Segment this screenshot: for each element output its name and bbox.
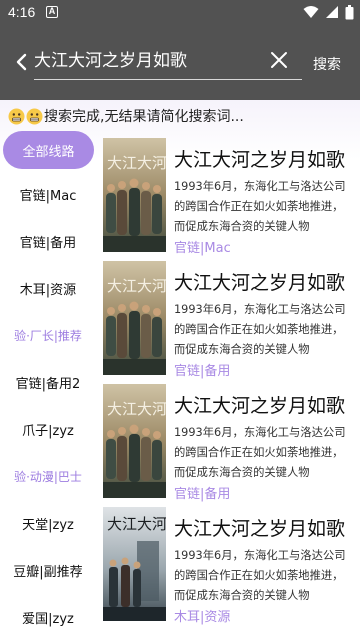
- svg-text:大江大河: 大江大河: [107, 154, 166, 172]
- sidebar-item[interactable]: 验·厂长|推荐: [0, 315, 96, 355]
- battery-icon: [345, 4, 354, 19]
- sidebar-item[interactable]: 验·动漫|巴士: [0, 456, 96, 496]
- poster-image: 大江大河: [103, 261, 166, 375]
- poster-image: 大江大河: [103, 384, 166, 498]
- result-title: 大江大河之岁月如歌: [174, 518, 346, 540]
- poster-image: 大江大河: [103, 138, 166, 252]
- search-status-message: 搜索完成,无结果请简化搜索词...: [8, 106, 244, 126]
- search-button[interactable]: 搜索: [313, 54, 341, 74]
- sidebar-item[interactable]: 爪子|zyz: [0, 409, 96, 449]
- search-field: [34, 40, 302, 80]
- grimace-emoji-icon: [8, 108, 25, 124]
- result-list: 大江大河 大江大河之岁月如歌 1993年6月，东海化工与洛达公司的跨国合作正在如…: [100, 130, 360, 640]
- search-toolbar: 搜索: [0, 24, 360, 100]
- sidebar-item[interactable]: 官链|Mac: [0, 174, 96, 214]
- svg-text:大江大河: 大江大河: [107, 515, 166, 533]
- sidebar-item[interactable]: 官链|备用: [0, 221, 96, 261]
- system-icons: [303, 4, 354, 20]
- result-card[interactable]: 大江大河 大江大河之岁月如歌 1993年6月，东海化工与洛达公司的跨国合作正在如…: [100, 380, 360, 502]
- sidebar-item[interactable]: 天堂|zyz: [0, 503, 96, 543]
- result-description: 1993年6月，东海化工与洛达公司的跨国合作正在如火如荼地推进，而促成东海合资的…: [174, 180, 346, 233]
- sidebar-item[interactable]: 豆瓣|副推荐: [0, 550, 96, 590]
- grimace-emoji-icon: [26, 108, 43, 124]
- clear-icon[interactable]: [270, 51, 288, 69]
- result-title: 大江大河之岁月如歌: [174, 149, 346, 171]
- notification-icon: A: [46, 6, 58, 18]
- result-description: 1993年6月，东海化工与洛达公司的跨国合作正在如火如荼地推进，而促成东海合资的…: [174, 549, 346, 602]
- result-title: 大江大河之岁月如歌: [174, 395, 346, 417]
- status-message-text: 搜索完成,无结果请简化搜索词...: [44, 109, 244, 125]
- svg-text:大江大河: 大江大河: [107, 400, 166, 418]
- sidebar-item[interactable]: 木耳|资源: [0, 268, 96, 308]
- status-time: 4:16: [8, 4, 36, 20]
- search-input[interactable]: [34, 44, 258, 72]
- sidebar-item-all[interactable]: 全部线路: [3, 131, 94, 169]
- result-description: 1993年6月，东海化工与洛达公司的跨国合作正在如火如荼地推进，而促成东海合资的…: [174, 426, 346, 479]
- result-source: 官链|Mac: [174, 241, 231, 256]
- result-source: 官链|备用: [174, 487, 231, 502]
- result-title: 大江大河之岁月如歌: [174, 272, 346, 294]
- signal-icon: [326, 6, 338, 18]
- result-card[interactable]: 大江大河 大江大河之岁月如歌 1993年6月，东海化工与洛达公司的跨国合作正在如…: [100, 257, 360, 379]
- sidebar-item[interactable]: 爱国|zyz: [0, 597, 96, 637]
- source-sidebar: 全部线路 官链|Mac 官链|备用 木耳|资源 验·厂长|推荐 官链|备用2 爪…: [0, 128, 98, 640]
- back-arrow-icon[interactable]: [10, 50, 34, 74]
- result-source: 木耳|资源: [174, 610, 231, 625]
- result-source: 官链|备用: [174, 364, 231, 379]
- wifi-icon: [303, 6, 319, 18]
- svg-text:大江大河: 大江大河: [107, 277, 166, 295]
- poster-image: 大江大河: [103, 507, 166, 621]
- status-bar: 4:16 A: [0, 0, 360, 24]
- result-card[interactable]: 大江大河 大江大河之岁月如歌 1993年6月，东海化工与洛达公司的跨国合作正在如…: [100, 503, 360, 625]
- sidebar-item[interactable]: 官链|备用2: [0, 362, 96, 402]
- result-description: 1993年6月，东海化工与洛达公司的跨国合作正在如火如荼地推进，而促成东海合资的…: [174, 303, 346, 356]
- result-card[interactable]: 大江大河 大江大河之岁月如歌 1993年6月，东海化工与洛达公司的跨国合作正在如…: [100, 134, 360, 256]
